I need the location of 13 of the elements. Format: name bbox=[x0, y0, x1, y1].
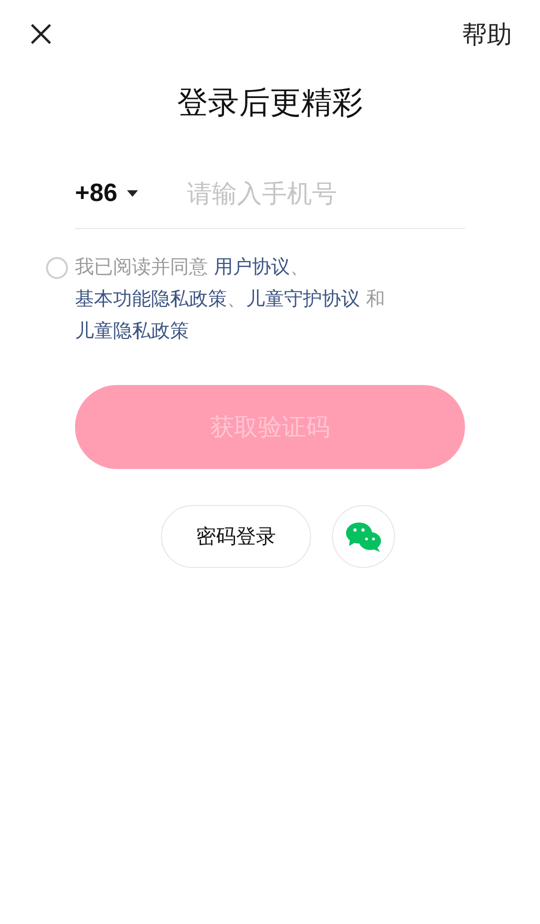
agreement-checkbox[interactable] bbox=[46, 257, 68, 279]
policy-link[interactable]: 儿童守护协议 bbox=[246, 288, 360, 310]
policy-link[interactable]: 用户协议 bbox=[214, 256, 290, 278]
policy-link[interactable]: 基本功能隐私政策 bbox=[75, 288, 227, 310]
agreement-text: 我已阅读并同意 用户协议、 基本功能隐私政策、儿童守护协议 和 儿童隐私政策 bbox=[75, 255, 386, 344]
help-link[interactable]: 帮助 bbox=[462, 18, 512, 50]
close-icon[interactable] bbox=[30, 23, 52, 45]
chat-bubbles-icon bbox=[346, 522, 382, 552]
country-code-dropdown[interactable]: +86 bbox=[75, 178, 187, 208]
caret-icon bbox=[127, 190, 138, 196]
policy-link[interactable]: 儿童隐私政策 bbox=[75, 320, 189, 342]
page-title: 登录后更精彩 bbox=[176, 84, 364, 123]
password-login-button[interactable]: 密码登录 bbox=[161, 505, 311, 568]
